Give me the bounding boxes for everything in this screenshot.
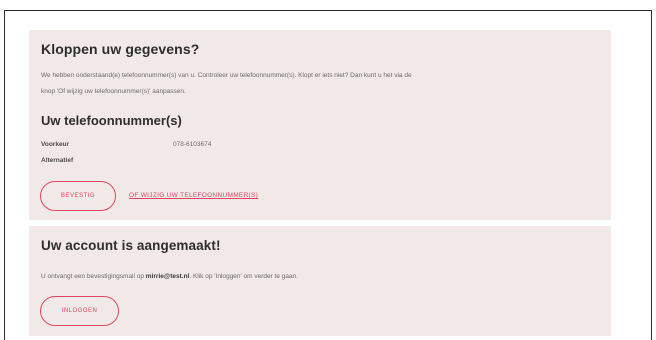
confirm-details-panel: Kloppen uw gegevens? We hebben onderstaa… bbox=[29, 30, 611, 220]
primary-phone-value: 078-6103674 bbox=[173, 141, 212, 148]
account-created-panel: Uw account is aangemaakt! U ontvangt een… bbox=[29, 226, 611, 336]
confirm-button[interactable]: BEVESTIG bbox=[40, 181, 116, 211]
account-created-title: Uw account is aangemaakt! bbox=[41, 238, 221, 253]
account-created-message: U ontvangt een bevestigingsmail op mirri… bbox=[41, 270, 298, 283]
confirm-intro-line-1: We hebben onderstaand(e) telefoonnummer(… bbox=[41, 72, 412, 79]
primary-phone-label: Voorkeur bbox=[41, 141, 70, 148]
message-prefix: U ontvangt een bevestigingsmail op bbox=[41, 273, 146, 280]
message-suffix: . Klik op 'Inloggen' om verder te gaan. bbox=[189, 273, 299, 280]
alternative-phone-label: Alternatief bbox=[41, 157, 74, 164]
login-button[interactable]: INLOGGEN bbox=[40, 296, 119, 326]
confirm-details-title: Kloppen uw gegevens? bbox=[41, 41, 200, 57]
confirm-intro-line-2: knop 'Of wijzig uw telefoonnummer(s)' aa… bbox=[41, 88, 186, 95]
phones-heading: Uw telefoonnummer(s) bbox=[41, 113, 182, 128]
change-phone-link[interactable]: OF WIJZIG UW TELEFOONNUMMER(S) bbox=[129, 192, 258, 199]
account-email: mirrie@test.nl bbox=[145, 273, 190, 280]
